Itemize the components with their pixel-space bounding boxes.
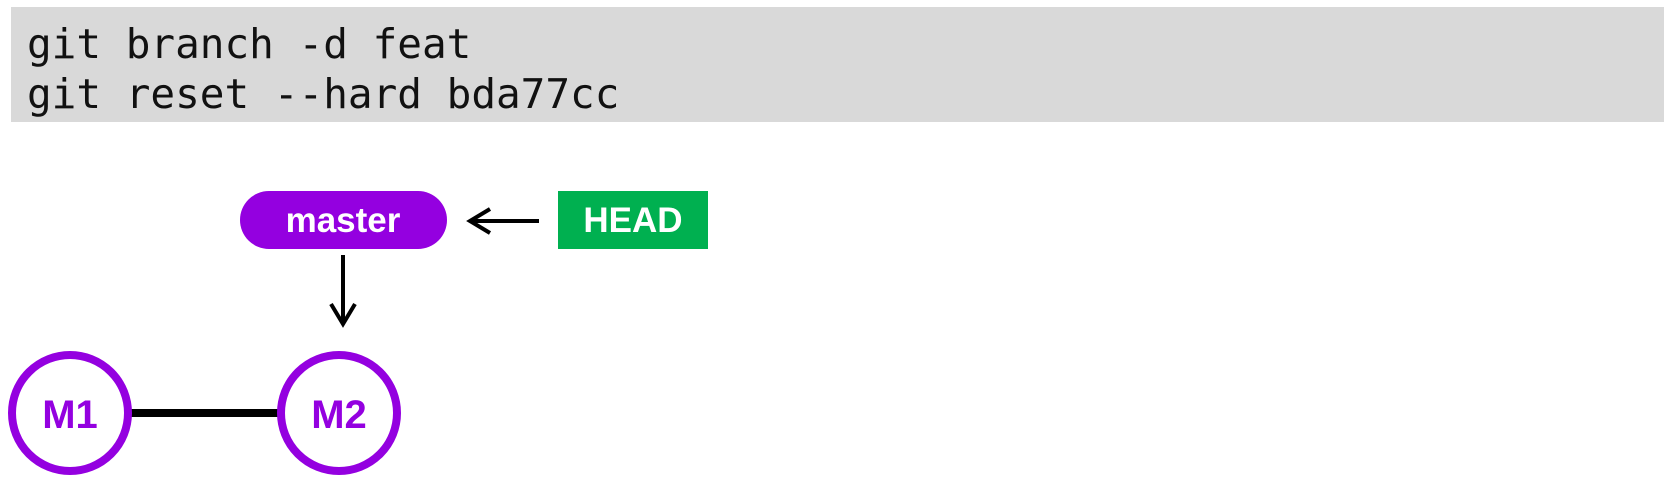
branch-to-commit-arrow — [329, 255, 357, 328]
commit-label-m1: M1 — [42, 393, 98, 437]
head-pointer-label: HEAD — [558, 191, 708, 249]
commit-node-m2: M2 — [277, 351, 401, 475]
branch-master-label: master — [240, 191, 447, 249]
branch-master-text: master — [286, 201, 401, 240]
head-to-branch-arrow — [466, 207, 539, 235]
commit-label-m2: M2 — [311, 393, 367, 437]
head-pointer-text: HEAD — [583, 201, 682, 240]
commit-node-m1: M1 — [8, 351, 132, 475]
page: git branch -d feat git reset --hard bda7… — [0, 0, 1664, 479]
git-graph-diagram: M1 M2 master HEAD — [8, 191, 708, 475]
